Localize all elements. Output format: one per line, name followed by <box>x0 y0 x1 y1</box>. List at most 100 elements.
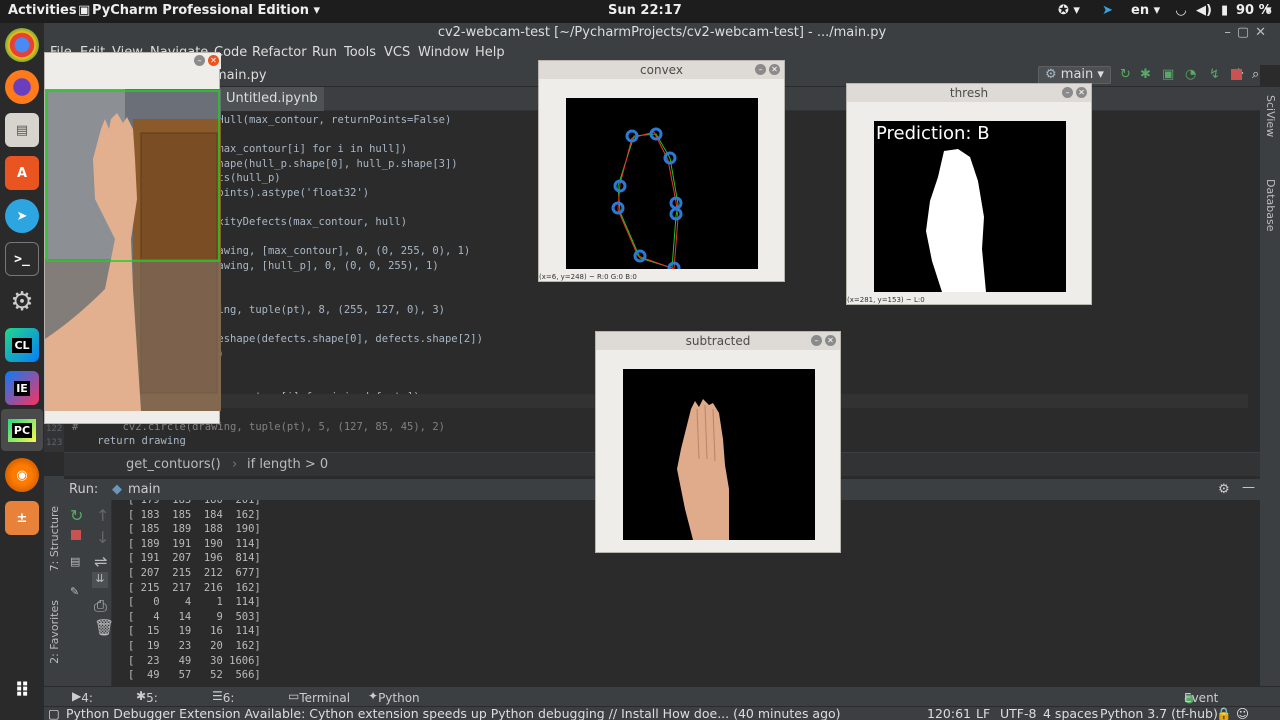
ubuntu-app-icon[interactable]: ◉ <box>5 458 39 492</box>
pin-icon[interactable]: ✎ <box>70 585 79 598</box>
subtracted-window[interactable]: subtracted – ✕ <box>595 331 841 553</box>
calculator-icon[interactable]: ± <box>5 501 39 535</box>
webcam-scene <box>45 89 221 411</box>
bottom-tool-strip: ▶ 4: Run ✱ 5: Debug ☰ 6: TODO ▭ Terminal… <box>44 686 1280 719</box>
thresh-status: (x=281, y=153) ~ L:0 <box>847 296 925 304</box>
tab-untitled-notebook[interactable]: Untitled.ipynb <box>220 87 324 111</box>
window-title: cv2-webcam-test [~/PycharmProjects/cv2-w… <box>437 25 887 40</box>
run-settings-gear-icon[interactable]: ⚙ <box>1218 482 1230 497</box>
status-caret-position[interactable]: 120:61 <box>927 707 971 720</box>
chrome-icon[interactable] <box>5 28 39 62</box>
console-line: [ 23 49 30 1606] <box>128 654 261 667</box>
files-icon[interactable]: ▤ <box>5 113 39 147</box>
status-interpreter[interactable]: Python 3.7 (tf-hub) <box>1100 707 1218 720</box>
show-applications-icon[interactable]: ⠿ <box>5 673 39 707</box>
battery-icon[interactable]: ▮ <box>1221 3 1228 18</box>
volume-icon[interactable]: ◀) <box>1196 3 1212 18</box>
menu-run[interactable]: Run <box>312 45 337 60</box>
debug-icon[interactable]: ✱ <box>1140 67 1151 82</box>
run-tab-main[interactable]: main <box>128 482 160 497</box>
accessibility-icon[interactable]: ✪ ▾ <box>1058 3 1080 18</box>
tool-run[interactable]: ▶ 4: Run <box>72 689 104 719</box>
close-icon[interactable]: ✕ <box>825 335 836 346</box>
gnome-top-bar: Activities ▣ PyCharm Professional Editio… <box>0 0 1280 23</box>
stop-run-icon[interactable] <box>71 530 81 540</box>
window-controls[interactable]: –▢✕ <box>1224 23 1272 43</box>
tool-debug[interactable]: ✱ 5: Debug <box>136 689 186 719</box>
run-icon[interactable]: ↻ <box>1120 67 1131 82</box>
clion-icon[interactable]: CL <box>5 328 39 362</box>
telegram-icon[interactable]: ➤ <box>5 199 39 233</box>
concurrency-icon[interactable]: ↯ <box>1209 67 1220 82</box>
scroll-up-icon[interactable]: ↑ <box>96 506 109 525</box>
status-encoding[interactable]: UTF-8 <box>1000 707 1036 720</box>
settings-gear-icon[interactable]: ⚙ <box>5 285 39 319</box>
thresh-image: Prediction: B <box>874 121 1066 292</box>
close-icon[interactable]: ✕ <box>769 64 780 75</box>
menu-tools[interactable]: Tools <box>344 45 376 60</box>
soft-wrap-icon[interactable]: ⇌ <box>94 552 107 571</box>
stop-icon[interactable] <box>1231 69 1242 80</box>
app-menu[interactable]: PyCharm Professional Edition ▾ <box>92 3 320 18</box>
breadcrumb-if[interactable]: if length > 0 <box>247 457 328 472</box>
status-line-separator[interactable]: LF <box>976 707 990 720</box>
status-layout-icon[interactable]: ▢ <box>48 707 60 720</box>
minimize-icon[interactable]: – <box>755 64 766 75</box>
status-message[interactable]: Python Debugger Extension Available: Cyt… <box>66 707 841 720</box>
console-line: [ 19 23 20 162] <box>128 640 261 652</box>
minimize-icon[interactable]: – <box>1062 87 1073 98</box>
tool-terminal[interactable]: ▭ Terminal <box>288 689 350 705</box>
breadcrumb-function[interactable]: get_contuors() <box>126 457 221 472</box>
hide-panel-icon[interactable]: — <box>1242 480 1255 495</box>
console-line: [ 15 19 16 114] <box>128 625 261 638</box>
print-icon[interactable]: ⎙ <box>94 596 107 616</box>
firefox-icon[interactable] <box>5 70 39 104</box>
activities-button[interactable]: Activities <box>8 3 77 18</box>
telegram-tray-icon[interactable]: ➤ <box>1102 3 1113 18</box>
minimize-icon[interactable]: – <box>194 55 205 66</box>
menu-refactor[interactable]: Refactor <box>252 45 307 60</box>
thresh-window[interactable]: thresh – ✕ Prediction: B (x=281, y=153) … <box>846 83 1092 305</box>
scroll-to-end-icon[interactable]: ⇊ <box>92 572 108 588</box>
clock[interactable]: Sun 22:17 <box>608 3 682 18</box>
software-center-icon[interactable]: A <box>5 156 39 190</box>
menu-vcs[interactable]: VCS <box>384 45 410 60</box>
tool-python-console[interactable]: ✦ Python Console <box>368 689 426 719</box>
convex-window[interactable]: convex – ✕ (x=6, y=248) ~ R:0 G:0 B:0 <box>538 60 785 282</box>
favorites-tool[interactable]: 2: Favorites <box>48 600 61 664</box>
console-line: [ 179 183 180 201] <box>128 500 261 506</box>
close-icon[interactable]: ✕ <box>208 55 219 66</box>
webcam-window[interactable]: – ✕ <box>44 52 221 424</box>
language-selector[interactable]: en ▾ <box>1131 3 1160 18</box>
system-menu-chevron-icon[interactable]: ▾ <box>1265 3 1272 18</box>
close-icon[interactable]: ✕ <box>1076 87 1087 98</box>
rerun-icon[interactable]: ↻ <box>70 506 83 525</box>
status-indent[interactable]: 4 spaces <box>1043 707 1098 720</box>
run-label: Run: <box>69 482 99 497</box>
convex-title: convex <box>640 63 683 77</box>
tool-todo[interactable]: ☰ 6: TODO <box>212 689 258 719</box>
status-lock-icon[interactable]: 🔒 <box>1216 707 1232 720</box>
search-everywhere-icon[interactable]: ⌕ <box>1252 67 1259 82</box>
sciview-tool[interactable]: SciView <box>1264 95 1277 137</box>
run-config-selector[interactable]: ⚙ main ▾ <box>1038 66 1111 84</box>
menu-window[interactable]: Window <box>418 45 469 60</box>
profile-icon[interactable]: ◔ <box>1185 67 1196 82</box>
intellij-icon[interactable]: IE <box>5 371 39 405</box>
minimize-icon[interactable]: – <box>811 335 822 346</box>
status-inspector-icon[interactable]: ☺ <box>1236 707 1249 720</box>
wifi-icon[interactable]: ◡ <box>1176 3 1186 18</box>
database-tool[interactable]: Database <box>1264 179 1277 232</box>
scroll-down-icon[interactable]: ↓ <box>96 528 109 547</box>
structure-tool[interactable]: 7: Structure <box>48 506 61 571</box>
convex-image <box>566 98 758 269</box>
layout-icon[interactable]: ▤ <box>70 555 80 568</box>
menu-help[interactable]: Help <box>475 45 505 60</box>
nav-file[interactable]: main.py <box>214 68 267 83</box>
terminal-icon[interactable]: >_ <box>5 242 39 276</box>
webcam-title-bar: – ✕ <box>45 53 221 69</box>
pycharm-dock-icon[interactable]: PC <box>1 409 43 451</box>
subtracted-title-bar: subtracted – ✕ <box>596 332 840 350</box>
subtracted-title: subtracted <box>685 334 751 348</box>
coverage-icon[interactable]: ▣ <box>1162 67 1174 82</box>
